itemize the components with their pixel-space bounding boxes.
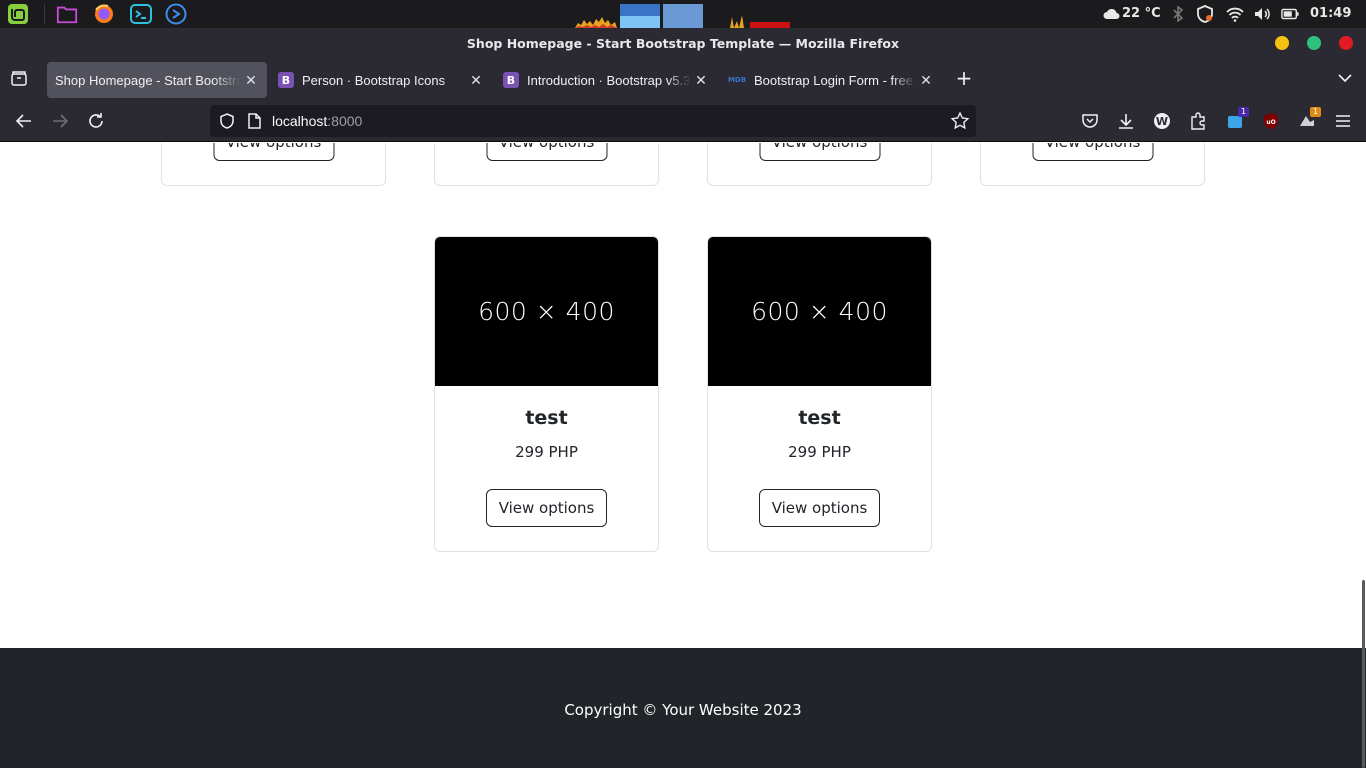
product-card: 600 × 400 test 299 PHP View options [434,236,659,552]
close-tab-icon[interactable]: ✕ [916,70,936,90]
weather-temperature[interactable]: 22 °C [1122,6,1161,21]
tab-title: Bootstrap Login Form - free examples [754,72,916,88]
hamburger-menu-icon[interactable] [1333,111,1353,131]
extension-badge: 1 [1310,107,1321,117]
reload-icon[interactable] [86,111,106,131]
tab-shop-homepage[interactable]: Shop Homepage - Start Bootstrap Template… [47,62,267,98]
firefox-icon[interactable] [93,3,115,25]
sleep-tabs-extension-icon[interactable]: 1 [1297,107,1321,131]
close-tab-icon[interactable]: ✕ [466,70,486,90]
close-tab-icon[interactable]: ✕ [241,70,261,90]
product-image-placeholder: 600 × 400 [708,237,931,386]
view-options-button[interactable]: View options [1032,143,1153,161]
page-footer: Copyright © Your Website 2023 [0,648,1366,768]
product-price: 299 PHP [515,443,578,461]
extensions-puzzle-icon[interactable] [1188,111,1208,131]
container-extension-icon[interactable]: 1 [1225,107,1249,131]
product-name: test [525,407,568,429]
back-arrow-icon[interactable] [14,111,34,131]
product-image-placeholder: 600 × 400 [435,237,658,386]
svg-text:W: W [1156,115,1168,128]
weather-icon[interactable] [1103,5,1121,23]
firefox-view-icon[interactable] [10,70,28,88]
system-monitor-graph [575,4,790,28]
close-window-button[interactable] [1339,36,1353,50]
page-viewport[interactable]: View options View options View options V… [0,143,1366,768]
tab-strip: Shop Homepage - Start Bootstrap Template… [0,58,1366,100]
tracking-protection-shield-icon[interactable] [218,112,236,130]
pocket-icon[interactable] [1080,111,1100,131]
close-tab-icon[interactable]: ✕ [691,70,711,90]
tab-bootstrap-intro[interactable]: B Introduction · Bootstrap v5.3 ✕ [495,62,717,98]
view-options-button[interactable]: View options [759,489,880,527]
bootstrap-favicon-icon: B [503,72,519,88]
product-card: View options [980,143,1205,186]
product-card: 600 × 400 test 299 PHP View options [707,236,932,552]
tab-title: Shop Homepage - Start Bootstrap Template [55,72,241,88]
terminal-icon[interactable] [130,3,152,25]
product-card: View options [434,143,659,186]
copyright-text: Copyright © Your Website 2023 [564,701,802,719]
code-editor-icon[interactable] [165,3,187,25]
window-title: Shop Homepage - Start Bootstrap Template… [466,36,900,51]
update-shield-icon[interactable] [1196,5,1214,23]
navigation-toolbar: localhost:8000 W 1 uO 1 [0,100,1366,142]
svg-text:uO: uO [1266,119,1275,126]
panel-separator [44,4,45,24]
volume-icon[interactable] [1253,5,1271,23]
minimize-button[interactable] [1275,36,1289,50]
wifi-icon[interactable] [1226,5,1244,23]
view-options-button[interactable]: View options [759,143,880,161]
page-scrollbar[interactable] [1362,580,1365,768]
clock[interactable]: 01:49 [1310,6,1351,21]
product-price: 299 PHP [788,443,851,461]
downloads-icon[interactable] [1116,111,1136,131]
view-options-button[interactable]: View options [213,143,334,161]
url-host: localhost [272,113,328,129]
extension-badge: 1 [1238,107,1249,117]
system-panel: 22 °C 01:49 [0,0,1366,28]
wikipedia-extension-icon[interactable]: W [1152,111,1172,131]
product-card: View options [161,143,386,186]
tab-mdb-login-form[interactable]: MDB Bootstrap Login Form - free examples… [720,62,942,98]
product-card: View options [707,143,932,186]
tab-title: Introduction · Bootstrap v5.3 [527,72,691,88]
url-port: :8000 [327,113,363,129]
tab-title: Person · Bootstrap Icons [302,72,446,88]
forward-arrow-icon[interactable] [50,111,70,131]
view-options-button[interactable]: View options [486,489,607,527]
files-icon[interactable] [56,3,78,25]
bookmark-star-icon[interactable] [950,111,970,131]
bootstrap-favicon-icon: B [278,72,294,88]
url-text[interactable]: localhost:8000 [272,113,362,129]
list-all-tabs-chevron-icon[interactable] [1337,70,1355,88]
product-name: test [798,407,841,429]
view-options-button[interactable]: View options [486,143,607,161]
page-info-icon[interactable] [246,112,264,130]
window-titlebar[interactable]: Shop Homepage - Start Bootstrap Template… [0,28,1366,58]
mint-menu-icon[interactable] [7,3,29,25]
bluetooth-icon[interactable] [1169,5,1187,23]
mdb-favicon-icon: MDB [727,76,747,84]
new-tab-plus-icon[interactable]: + [955,68,973,88]
ublock-origin-icon[interactable]: uO [1261,111,1281,131]
battery-icon[interactable] [1281,5,1299,23]
maximize-button[interactable] [1307,36,1321,50]
url-bar[interactable]: localhost:8000 [210,105,976,137]
tab-bootstrap-icons[interactable]: B Person · Bootstrap Icons ✕ [270,62,492,98]
